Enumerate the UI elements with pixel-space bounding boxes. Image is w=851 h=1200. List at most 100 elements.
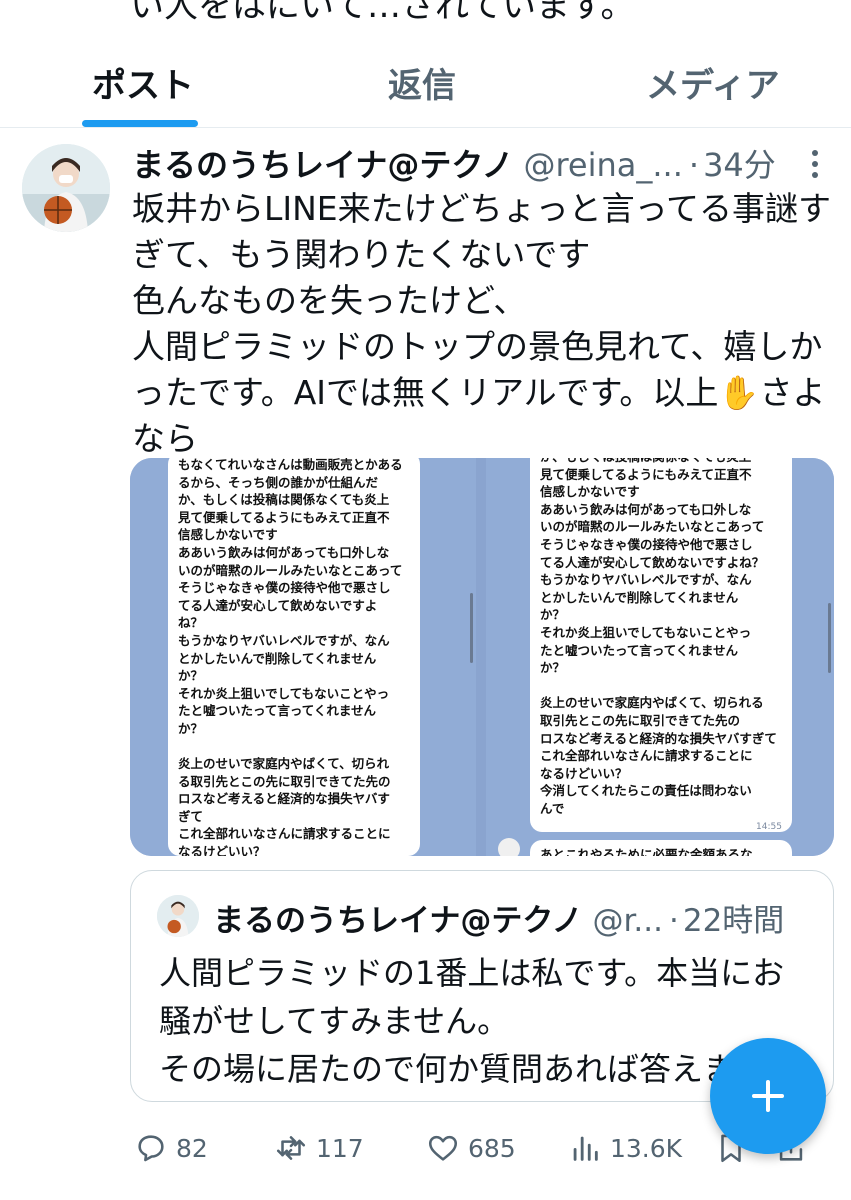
chat-line: か？ (540, 660, 566, 676)
reply-icon (138, 1135, 164, 1162)
chat-avatar (498, 838, 520, 856)
chat-bubble: あとこれやるために必要な金額あるな (530, 840, 792, 856)
chat-line (540, 677, 782, 695)
chat-line: か？ (178, 668, 204, 684)
chat-line: これ全部れいなさんに請求することに (540, 748, 753, 764)
chat-line: もうかなりヤバいレベルですが、なん (540, 572, 752, 588)
chat-screenshot-right[interactable]: か、もしくは投稿は関係なくても炎上見て便乗してるようにもみえて正直不信感しかない… (486, 458, 834, 856)
quote-header: まるのうちレイナ@テクノ @r... · 22時間 (213, 895, 784, 940)
chat-line: るから、そっち側の誰かが仕組んだ (178, 474, 379, 490)
repost-count: 117 (316, 1133, 364, 1163)
chat-line: それか炎上狙いでしてもないことやっ (178, 685, 390, 701)
chat-line: 信感しかないです (540, 484, 640, 500)
tab-posts[interactable]: ポスト (92, 58, 194, 107)
quote-avatar (157, 895, 199, 937)
compose-plus-icon (752, 1080, 784, 1112)
chat-line: とかしたいんで削除してくれません (178, 650, 377, 666)
repost-button[interactable]: 117 (274, 1126, 364, 1170)
chat-line: ああいう飲みは何があっても口外しな (178, 544, 390, 560)
avatar[interactable] (22, 144, 110, 232)
chat-line: か？ (178, 720, 204, 736)
quote-text: 人間ピラミッドの1番上は私です。本当にお 騒がせしてすみません。 その場に居たの… (159, 949, 784, 1093)
post-media: もなくてれいなさんは動画販売とかある るから、そっち側の誰かが仕組んだ か、もしくは… (130, 458, 834, 856)
quote-author-name: まるのうちレイナ@テクノ (213, 903, 583, 939)
chat-line: もうかなりヤバいレベルですが、なん (178, 632, 390, 648)
chat-line: たと嘘ついたって言ってくれません (178, 703, 377, 719)
chat-line: 取引先とこの先に取引できてた先の (540, 712, 741, 728)
repost-icon (276, 1136, 306, 1160)
chat-line: ね？ (178, 615, 204, 631)
chat-line: そうじゃなきゃ僕の接待や他で悪さし (178, 580, 391, 596)
chat-line: ロスなど考えると経済的な損失ヤバすぎて (540, 730, 777, 746)
chat-line: 見て便乗してるようにもみえて正直不 (540, 466, 752, 482)
more-icon[interactable] (810, 150, 820, 184)
post-text-line: 坂井からLINE来たけどちょっと言ってる事謎す (132, 189, 832, 228)
chat-line: 炎上のせいで家庭内やばくて、切られ (178, 756, 390, 772)
previous-post-text: い人をはにいて…されています。 (130, 0, 635, 26)
compose-button[interactable] (710, 1038, 826, 1154)
post-text-line: 人間ピラミッドのトップの景色見れて、嬉しか (132, 327, 823, 366)
chat-line: そうじゃなきゃ僕の接待や他で悪さし (540, 536, 753, 552)
chat-line: なるけどいい？ (540, 765, 628, 781)
post-text-line: ったです。AIでは無くリアルです。以上✋さよ (132, 373, 826, 412)
chat-line (178, 738, 410, 756)
chat-line: か？ (540, 607, 566, 623)
like-icon (428, 1135, 458, 1161)
chat-line: もなくてれいなさんは動画販売とかある (178, 458, 403, 472)
views-button[interactable]: 13.6K (568, 1126, 682, 1170)
post-text-line: ぎて、もう関わりたくないです (132, 235, 591, 274)
post-text-line: 色んなものを失ったけど、 (132, 281, 527, 320)
active-tab-indicator (82, 120, 198, 127)
quote-handle: @r... (592, 903, 663, 939)
chat-line: てる人達が安心して飲めないですよ (178, 597, 378, 613)
chat-line: あとこれやるために必要な金額あるな (540, 847, 753, 856)
chat-line: 今消してくれたらこの責任は問わない (540, 783, 752, 799)
chat-line: んで (540, 800, 565, 816)
quote-text-line: 騒がせしてすみません。 (159, 1002, 510, 1040)
chat-bubble: か、もしくは投稿は関係なくても炎上見て便乗してるようにもみえて正直不信感しかない… (530, 458, 792, 832)
like-count: 685 (468, 1133, 516, 1163)
chat-line: それか炎上狙いでしてもないことやっ (540, 624, 752, 640)
author-name[interactable]: まるのうちレイナ@テクノ (132, 146, 513, 184)
chat-line: なるけどいい？ (178, 844, 266, 856)
chat-line: か、もしくは投稿は関係なくても炎上 (178, 492, 390, 508)
chat-line: 炎上のせいで家庭内やばくて、切られる (540, 695, 764, 711)
chat-scrollbar (828, 603, 831, 673)
profile-tabs: ポスト 返信 メディア (0, 40, 851, 128)
post-text-line: なら (132, 419, 198, 458)
separator-dot: · (669, 903, 679, 939)
chat-line: か、もしくは投稿は関係なくても炎上 (540, 458, 782, 466)
reply-button[interactable]: 82 (134, 1126, 208, 1170)
reply-count: 82 (176, 1133, 208, 1163)
chat-bubble: もなくてれいなさんは動画販売とかある るから、そっち側の誰かが仕組んだ か、もしくは… (168, 458, 420, 856)
chat-time: 14:55 (756, 822, 782, 832)
post-header: まるのうちレイナ@テクノ @reina_... · 34分 (132, 140, 832, 184)
quote-time: 22時間 (682, 903, 785, 939)
chat-line: たと嘘ついたって言ってくれません (540, 642, 739, 658)
chat-screenshot-left[interactable]: もなくてれいなさんは動画販売とかある るから、そっち側の誰かが仕組んだ か、もしくは… (130, 458, 476, 856)
view-count: 13.6K (610, 1133, 683, 1163)
post-text: 坂井からLINE来たけどちょっと言ってる事謎す ぎて、もう関わりたくないです 色… (132, 186, 837, 462)
chat-line: 見て便乗してるようにもみえて正直不 (178, 509, 390, 525)
chat-line: る取引先とこの先に取引できてた先の (178, 773, 391, 789)
chat-line: てる人達が安心して飲めないですよね？ (540, 554, 765, 570)
quote-text-line: 人間ピラミッドの1番上は私です。本当にお (159, 954, 785, 992)
chat-line: いのが暗黙のルールみたいなとこあって (178, 562, 403, 578)
avatar-photo (22, 144, 110, 232)
chat-scrollbar (470, 593, 473, 663)
chat-line: これ全部れいなさんに請求することに (178, 826, 391, 842)
views-icon (573, 1136, 598, 1161)
tab-media[interactable]: メディア (646, 58, 780, 107)
chat-line: とかしたいんで削除してくれません (540, 589, 739, 605)
quote-text-line: その場に居たので何か質問あれば答えます (159, 1050, 768, 1088)
like-button[interactable]: 685 (426, 1126, 516, 1170)
quote-avatar-photo (157, 895, 199, 937)
chat-line: ああいう飲みは何があっても口外しな (540, 501, 752, 517)
separator-dot: · (688, 146, 700, 184)
author-handle[interactable]: @reina_... (523, 146, 682, 184)
post-time[interactable]: 34分 (703, 146, 776, 184)
chat-line: ロスなど考えると経済的な損失ヤバす (178, 791, 390, 807)
chat-line: ぎて (178, 808, 204, 824)
tab-replies[interactable]: 返信 (388, 58, 456, 107)
chat-line: いのが暗黙のルールみたいなとこあって (540, 519, 765, 535)
